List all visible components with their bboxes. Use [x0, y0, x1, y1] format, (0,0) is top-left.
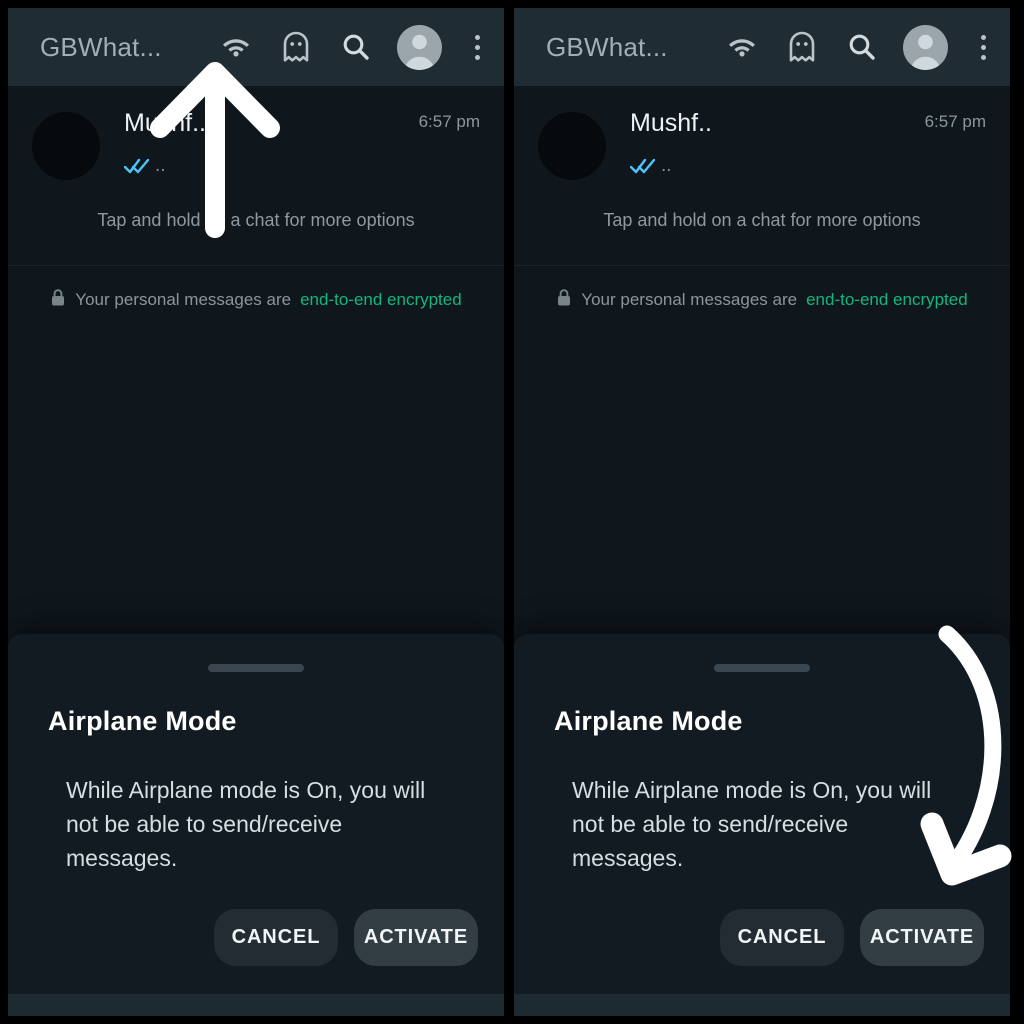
avatar[interactable]	[397, 24, 442, 70]
encryption-link[interactable]: end-to-end encrypted	[300, 290, 462, 310]
dot	[474, 44, 480, 50]
encryption-notice[interactable]: Your personal messages are end-to-end en…	[514, 266, 1010, 312]
lock-icon	[50, 288, 66, 312]
sheet-title: Airplane Mode	[48, 706, 237, 736]
chat-avatar	[32, 112, 100, 180]
phone-panel-right: GBWhat... Mushf.. .. 6:57 pm Tap and hol…	[514, 8, 1010, 1016]
encryption-text: Your personal messages are	[75, 290, 292, 309]
dot	[980, 54, 986, 60]
chat-list-item[interactable]: Mushf.. .. 6:57 pm	[514, 86, 1010, 194]
drag-handle-wrap[interactable]	[8, 634, 504, 682]
dot	[980, 44, 986, 50]
dot	[980, 34, 986, 40]
sheet-actions: CANCEL ACTIVATE	[514, 875, 1010, 978]
double-check-icon	[630, 158, 656, 174]
chat-content: Mushf.. ..	[606, 106, 925, 175]
chat-list: Mushf.. .. 6:57 pm Tap and hold on a cha…	[8, 86, 504, 312]
sheet-title: Airplane Mode	[554, 706, 743, 736]
screenshot-stage: GBWhat... Mushf.. .. 6:57 pm Tap and hol…	[0, 0, 1024, 1024]
chat-name: Mushf..	[124, 109, 206, 137]
encryption-link[interactable]: end-to-end encrypted	[806, 290, 968, 310]
search-icon[interactable]	[843, 28, 881, 66]
chat-preview: ..	[124, 156, 419, 175]
chat-preview: ..	[630, 156, 925, 175]
wifi-icon[interactable]	[217, 28, 255, 66]
cancel-button[interactable]: CANCEL	[720, 909, 844, 966]
drag-handle[interactable]	[714, 664, 810, 672]
wifi-icon[interactable]	[723, 28, 761, 66]
ghost-icon[interactable]	[277, 28, 315, 66]
more-options-icon[interactable]	[464, 28, 490, 66]
app-title: GBWhat...	[546, 31, 668, 62]
encryption-text: Your personal messages are	[581, 290, 798, 309]
sheet-body: While Airplane mode is On, you will not …	[66, 777, 426, 871]
chat-preview-text: ..	[155, 155, 166, 176]
chat-hint-text: Tap and hold on a chat for more options	[97, 210, 415, 230]
activate-button[interactable]: ACTIVATE	[354, 909, 478, 966]
phone-panel-left: GBWhat... Mushf.. .. 6:57 pm Tap and hol…	[8, 8, 504, 1016]
chat-list: Mushf.. .. 6:57 pm Tap and hold on a cha…	[514, 86, 1010, 312]
system-navigation-bar	[8, 994, 504, 1016]
double-check-icon	[124, 158, 150, 174]
activate-button[interactable]: ACTIVATE	[860, 909, 984, 966]
app-bar-actions	[217, 24, 490, 70]
chat-timestamp: 6:57 pm	[418, 112, 480, 131]
chat-timestamp: 6:57 pm	[924, 112, 986, 131]
chat-list-item[interactable]: Mushf.. .. 6:57 pm	[8, 86, 504, 194]
lock-icon	[556, 288, 572, 312]
avatar[interactable]	[903, 24, 948, 70]
app-bar: GBWhat...	[8, 8, 504, 86]
bottom-sheet: Airplane Mode While Airplane mode is On,…	[8, 634, 504, 994]
chat-content: Mushf.. ..	[100, 106, 419, 175]
more-options-icon[interactable]	[970, 28, 996, 66]
sheet-actions: CANCEL ACTIVATE	[8, 875, 504, 978]
encryption-notice[interactable]: Your personal messages are end-to-end en…	[8, 266, 504, 312]
ghost-icon[interactable]	[783, 28, 821, 66]
drag-handle-wrap[interactable]	[514, 634, 1010, 682]
app-title: GBWhat...	[40, 31, 162, 62]
search-icon[interactable]	[337, 28, 375, 66]
cancel-button[interactable]: CANCEL	[214, 909, 338, 966]
dot	[474, 54, 480, 60]
system-navigation-bar	[514, 994, 1010, 1016]
chat-name: Mushf..	[630, 109, 712, 137]
chat-avatar	[538, 112, 606, 180]
chat-preview-text: ..	[661, 155, 672, 176]
chat-hint-text: Tap and hold on a chat for more options	[603, 210, 921, 230]
sheet-body: While Airplane mode is On, you will not …	[572, 777, 932, 871]
app-bar-actions	[723, 24, 996, 70]
app-bar: GBWhat...	[514, 8, 1010, 86]
bottom-sheet: Airplane Mode While Airplane mode is On,…	[514, 634, 1010, 994]
drag-handle[interactable]	[208, 664, 304, 672]
dot	[474, 34, 480, 40]
